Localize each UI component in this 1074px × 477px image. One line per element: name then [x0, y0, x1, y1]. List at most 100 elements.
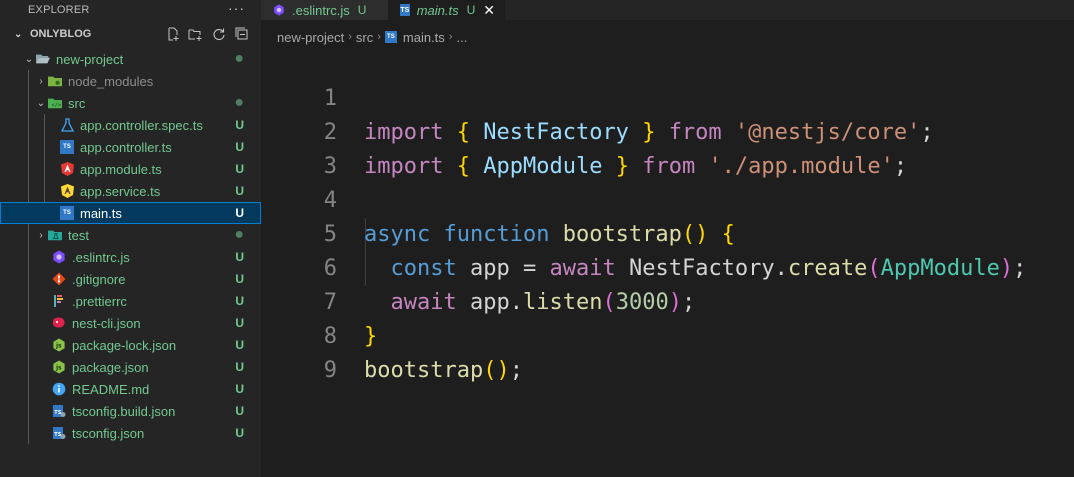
tsconfig-icon: TS — [52, 426, 66, 440]
code-line: 2 import { AppModule } from './app.modul… — [261, 82, 907, 179]
code-line: 5 const app = await NestFactory.create(A… — [261, 184, 1027, 281]
tree-item-label: new-project — [56, 51, 124, 67]
status-badge: U — [235, 294, 244, 308]
tree-file-tsconfig[interactable]: TS tsconfig.json U — [0, 422, 261, 444]
git-icon — [52, 272, 66, 286]
breadcrumb-item[interactable]: src — [356, 30, 373, 45]
tree-file-gitignore[interactable]: .gitignore U — [0, 268, 261, 290]
tab-main-ts[interactable]: TS main.ts U ✕ — [388, 0, 506, 20]
tab-status: U — [357, 3, 367, 17]
breadcrumb-item[interactable]: new-project — [277, 30, 344, 45]
src-folder-icon: </> — [48, 96, 62, 110]
refresh-icon[interactable] — [211, 26, 226, 41]
new-file-icon[interactable] — [165, 26, 180, 41]
tree-file-tsconfig-build[interactable]: TS tsconfig.build.json U — [0, 400, 261, 422]
tab-eslintrc[interactable]: .eslintrc.js U — [261, 0, 388, 20]
status-badge: U — [235, 272, 244, 286]
svg-text:</>: </> — [52, 103, 61, 109]
code-line: 6 await app.listen(3000); — [261, 218, 695, 315]
line-number: 9 — [323, 358, 337, 383]
status-badge: U — [235, 426, 244, 440]
close-icon[interactable]: ✕ — [483, 2, 495, 19]
tree-file-app-module[interactable]: app.module.ts U — [0, 158, 261, 180]
new-folder-icon[interactable] — [188, 26, 203, 41]
code-content: async function bootstrap() { — [364, 222, 735, 247]
tree-file-app-controller-spec[interactable]: app.controller.spec.ts U — [0, 114, 261, 136]
code-content: } — [364, 324, 378, 349]
status-badge: U — [235, 338, 244, 352]
tree-item-label: app.service.ts — [80, 183, 161, 199]
status-badge: ● — [234, 94, 244, 111]
tree-file-eslintrc[interactable]: .eslintrc.js U — [0, 246, 261, 268]
node-folder-icon — [48, 74, 62, 88]
tree-item-label: test — [68, 227, 89, 243]
chevron-down-icon: ⌄ — [36, 97, 46, 109]
test-folder-icon — [48, 228, 62, 242]
explorer-header: EXPLORER ··· — [0, 0, 261, 20]
chevron-down-icon: ⌄ — [24, 53, 34, 65]
workspace-name: ONLYBLOG — [30, 28, 92, 40]
typescript-icon: TS — [60, 140, 74, 154]
tree-item-label: .prettierrc — [72, 293, 127, 309]
status-badge: U — [235, 360, 244, 374]
tree-item-label: src — [68, 95, 86, 111]
nestjs-icon — [52, 316, 66, 330]
tree-file-nest-cli[interactable]: nest-cli.json U — [0, 312, 261, 334]
angular-service-icon — [60, 184, 74, 198]
tree-item-label: package.json — [72, 359, 149, 375]
tree-item-label: app.controller.spec.ts — [80, 117, 203, 133]
chevron-right-icon: › — [348, 31, 352, 43]
code-line: 1 import { NestFactory } from '@nestjs/c… — [261, 48, 934, 145]
tab-label: main.ts — [416, 2, 459, 18]
info-icon — [52, 382, 66, 396]
status-badge: U — [235, 140, 244, 154]
tree-item-label: nest-cli.json — [72, 315, 141, 331]
tree-file-app-service[interactable]: app.service.ts U — [0, 180, 261, 202]
tab-label: .eslintrc.js — [292, 2, 350, 18]
workspace-header[interactable]: ⌄ ONLYBLOG — [0, 20, 261, 48]
collapse-all-icon[interactable] — [234, 26, 249, 41]
tree-file-main[interactable]: TS main.ts U — [0, 202, 261, 224]
tree-item-label: main.ts — [80, 205, 122, 221]
tree-file-readme[interactable]: README.md U — [0, 378, 261, 400]
tree-folder-src[interactable]: ⌄ </> src ● — [0, 92, 261, 114]
chevron-right-icon: › — [377, 31, 381, 43]
code-line: 8 bootstrap(); — [261, 286, 523, 383]
status-badge: U — [235, 162, 244, 176]
tree-folder-node-modules[interactable]: › node_modules — [0, 70, 261, 92]
code-line: 9 — [261, 320, 337, 383]
tree-item-label: package-lock.json — [72, 337, 177, 353]
editor-tab-bar: .eslintrc.js U TS main.ts U ✕ — [261, 0, 1074, 20]
tree-folder-test[interactable]: › test ● — [0, 224, 261, 246]
code-content: bootstrap(); — [364, 358, 523, 383]
status-badge: ● — [234, 226, 244, 243]
breadcrumb-item[interactable]: ... — [456, 30, 467, 45]
nodejs-icon: js — [52, 338, 66, 352]
more-actions-icon[interactable]: ··· — [228, 0, 245, 16]
tree-file-prettierrc[interactable]: .prettierrc U — [0, 290, 261, 312]
tab-status: U — [466, 3, 476, 17]
svg-text:js: js — [55, 343, 62, 350]
tree-file-package[interactable]: js package.json U — [0, 356, 261, 378]
status-badge: U — [235, 382, 244, 396]
breadcrumb-item[interactable]: main.ts — [403, 30, 445, 45]
tree-item-label: tsconfig.build.json — [72, 403, 176, 419]
typescript-icon: TS — [400, 4, 410, 16]
tree-item-label: .gitignore — [72, 271, 126, 287]
tree-file-package-lock[interactable]: js package-lock.json U — [0, 334, 261, 356]
code-line: 3 — [261, 116, 337, 179]
tree-item-label: app.controller.ts — [80, 139, 172, 155]
code-line: 7 } — [261, 252, 378, 349]
code-line: 4 async function bootstrap() { — [261, 150, 735, 247]
code-editor[interactable]: 1 import { NestFactory } from '@nestjs/c… — [261, 48, 1074, 477]
tree-file-app-controller[interactable]: TS app.controller.ts U — [0, 136, 261, 158]
chevron-right-icon: › — [448, 31, 453, 43]
angular-module-icon — [60, 162, 74, 176]
prettier-icon — [52, 294, 66, 308]
tree-folder-new-project[interactable]: ⌄ new-project ● — [0, 48, 261, 70]
status-badge: U — [235, 250, 244, 264]
explorer-sidebar: EXPLORER ··· ⌄ ONLYBLOG ⌄ new-project ● … — [0, 0, 261, 477]
explorer-title: EXPLORER — [28, 4, 90, 16]
typescript-icon: TS — [384, 31, 397, 43]
tree-item-label: README.md — [72, 381, 150, 397]
